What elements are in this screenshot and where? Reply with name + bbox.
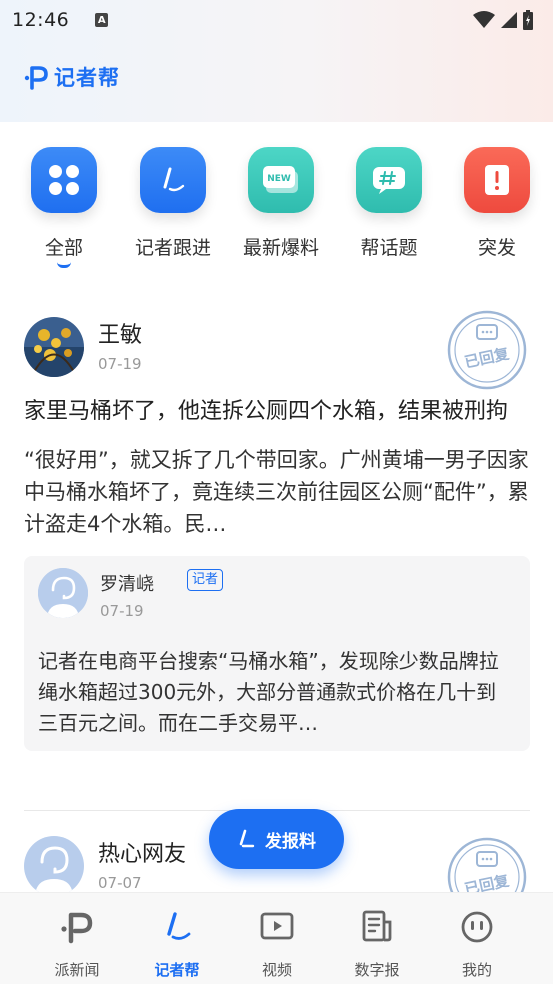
tab-mine[interactable]: 我的 [422,893,532,984]
category-label: 帮话题 [360,237,418,259]
tab-digital-paper[interactable]: 数字报 [322,893,432,984]
notification-a-icon: A [95,13,109,27]
pen-icon [140,147,206,213]
hashtag-icon [356,147,422,213]
profile-icon [457,907,497,947]
avatar[interactable] [24,836,84,892]
active-indicator [57,262,71,268]
tab-label: 数字报 [354,961,400,979]
status-bar: 12:46 A [0,0,553,40]
alert-icon [464,147,530,213]
play-icon [257,907,297,947]
status-time: 12:46 [12,9,70,31]
pen-icon [239,829,255,848]
post-title[interactable]: 家里马桶坏了，他连拆公厕四个水箱，结果被刑拘 [24,395,530,428]
tab-reporter-help[interactable]: 记者帮 [122,893,232,984]
post-date: 07-19 [98,355,142,373]
author-name[interactable]: 热心网友 [98,836,186,868]
grid-icon [31,147,97,213]
p-logo-icon [57,907,97,947]
tab-pai-news[interactable]: 派新闻 [22,893,132,984]
category-breaking[interactable]: 突发 [442,140,552,260]
pen-icon [157,907,197,947]
avatar[interactable] [24,317,84,377]
post-body[interactable]: “很好用”，就又拆了几个带回家。广州黄埔一男子因家中马桶水箱坏了，竟连续三次前往… [24,444,530,540]
reply-date: 07-19 [100,602,144,620]
battery-icon [523,10,533,30]
category-help-topic[interactable]: 帮话题 [334,140,444,260]
brand-header: 记者帮 [24,62,120,92]
reply-text[interactable]: 记者在电商平台搜索“马桶水箱”，发现除少数品牌拉绳水箱超过300元外，大部分普通… [38,646,516,739]
avatar[interactable] [38,568,88,618]
tab-video[interactable]: 视频 [222,893,332,984]
reporter-reply[interactable]: 罗清峣 记者 07-19 记者在电商平台搜索“马桶水箱”，发现除少数品牌拉绳水箱… [24,556,530,751]
author-name[interactable]: 王敏 [98,317,142,349]
newspaper-icon [357,907,397,947]
signal-icon [501,12,517,28]
category-all[interactable]: 全部 [9,140,119,268]
category-label: 最新爆料 [242,237,319,259]
new-icon: NEW [248,147,314,213]
bottom-tab-bar: 派新闻 记者帮 视频 数字报 我的 [0,892,553,984]
tab-label: 我的 [461,961,492,979]
tab-label: 记者帮 [154,961,200,979]
tab-label: 视频 [261,961,292,979]
reply-header: 罗清峣 记者 07-19 [38,568,516,638]
status-indicators [473,10,533,30]
wifi-icon [473,11,495,28]
p-logo-icon [24,66,48,90]
post-header: 王敏 07-19 已回复 [24,310,530,390]
submit-tip-label: 发报料 [265,831,316,852]
replied-stamp-icon: 已回复 [447,310,527,390]
reporter-name[interactable]: 罗清峣 [100,570,154,596]
category-bar: 全部 记者跟进 NEW 最新爆料 帮话题 突发 [0,140,553,270]
category-label: 记者跟进 [134,237,211,259]
reporter-badge: 记者 [187,569,224,591]
category-reporter-follow[interactable]: 记者跟进 [118,140,228,260]
post-card[interactable]: 王敏 07-19 已回复 家里马桶坏了，他连拆公厕四个水箱，结果被刑拘 “很好用… [24,310,530,751]
submit-tip-button[interactable]: 发报料 [209,809,344,869]
replied-stamp-icon: 已回复 [447,837,527,892]
category-label: 全部 [44,237,83,259]
brand-name: 记者帮 [54,66,120,90]
stamp-text: 已回复 [463,871,512,892]
category-latest-tips[interactable]: NEW 最新爆料 [226,140,336,260]
new-badge-text: NEW [267,174,291,184]
post-date: 07-07 [98,874,142,892]
category-label: 突发 [477,237,516,259]
tab-label: 派新闻 [54,961,100,979]
stamp-text: 已回复 [463,344,512,371]
